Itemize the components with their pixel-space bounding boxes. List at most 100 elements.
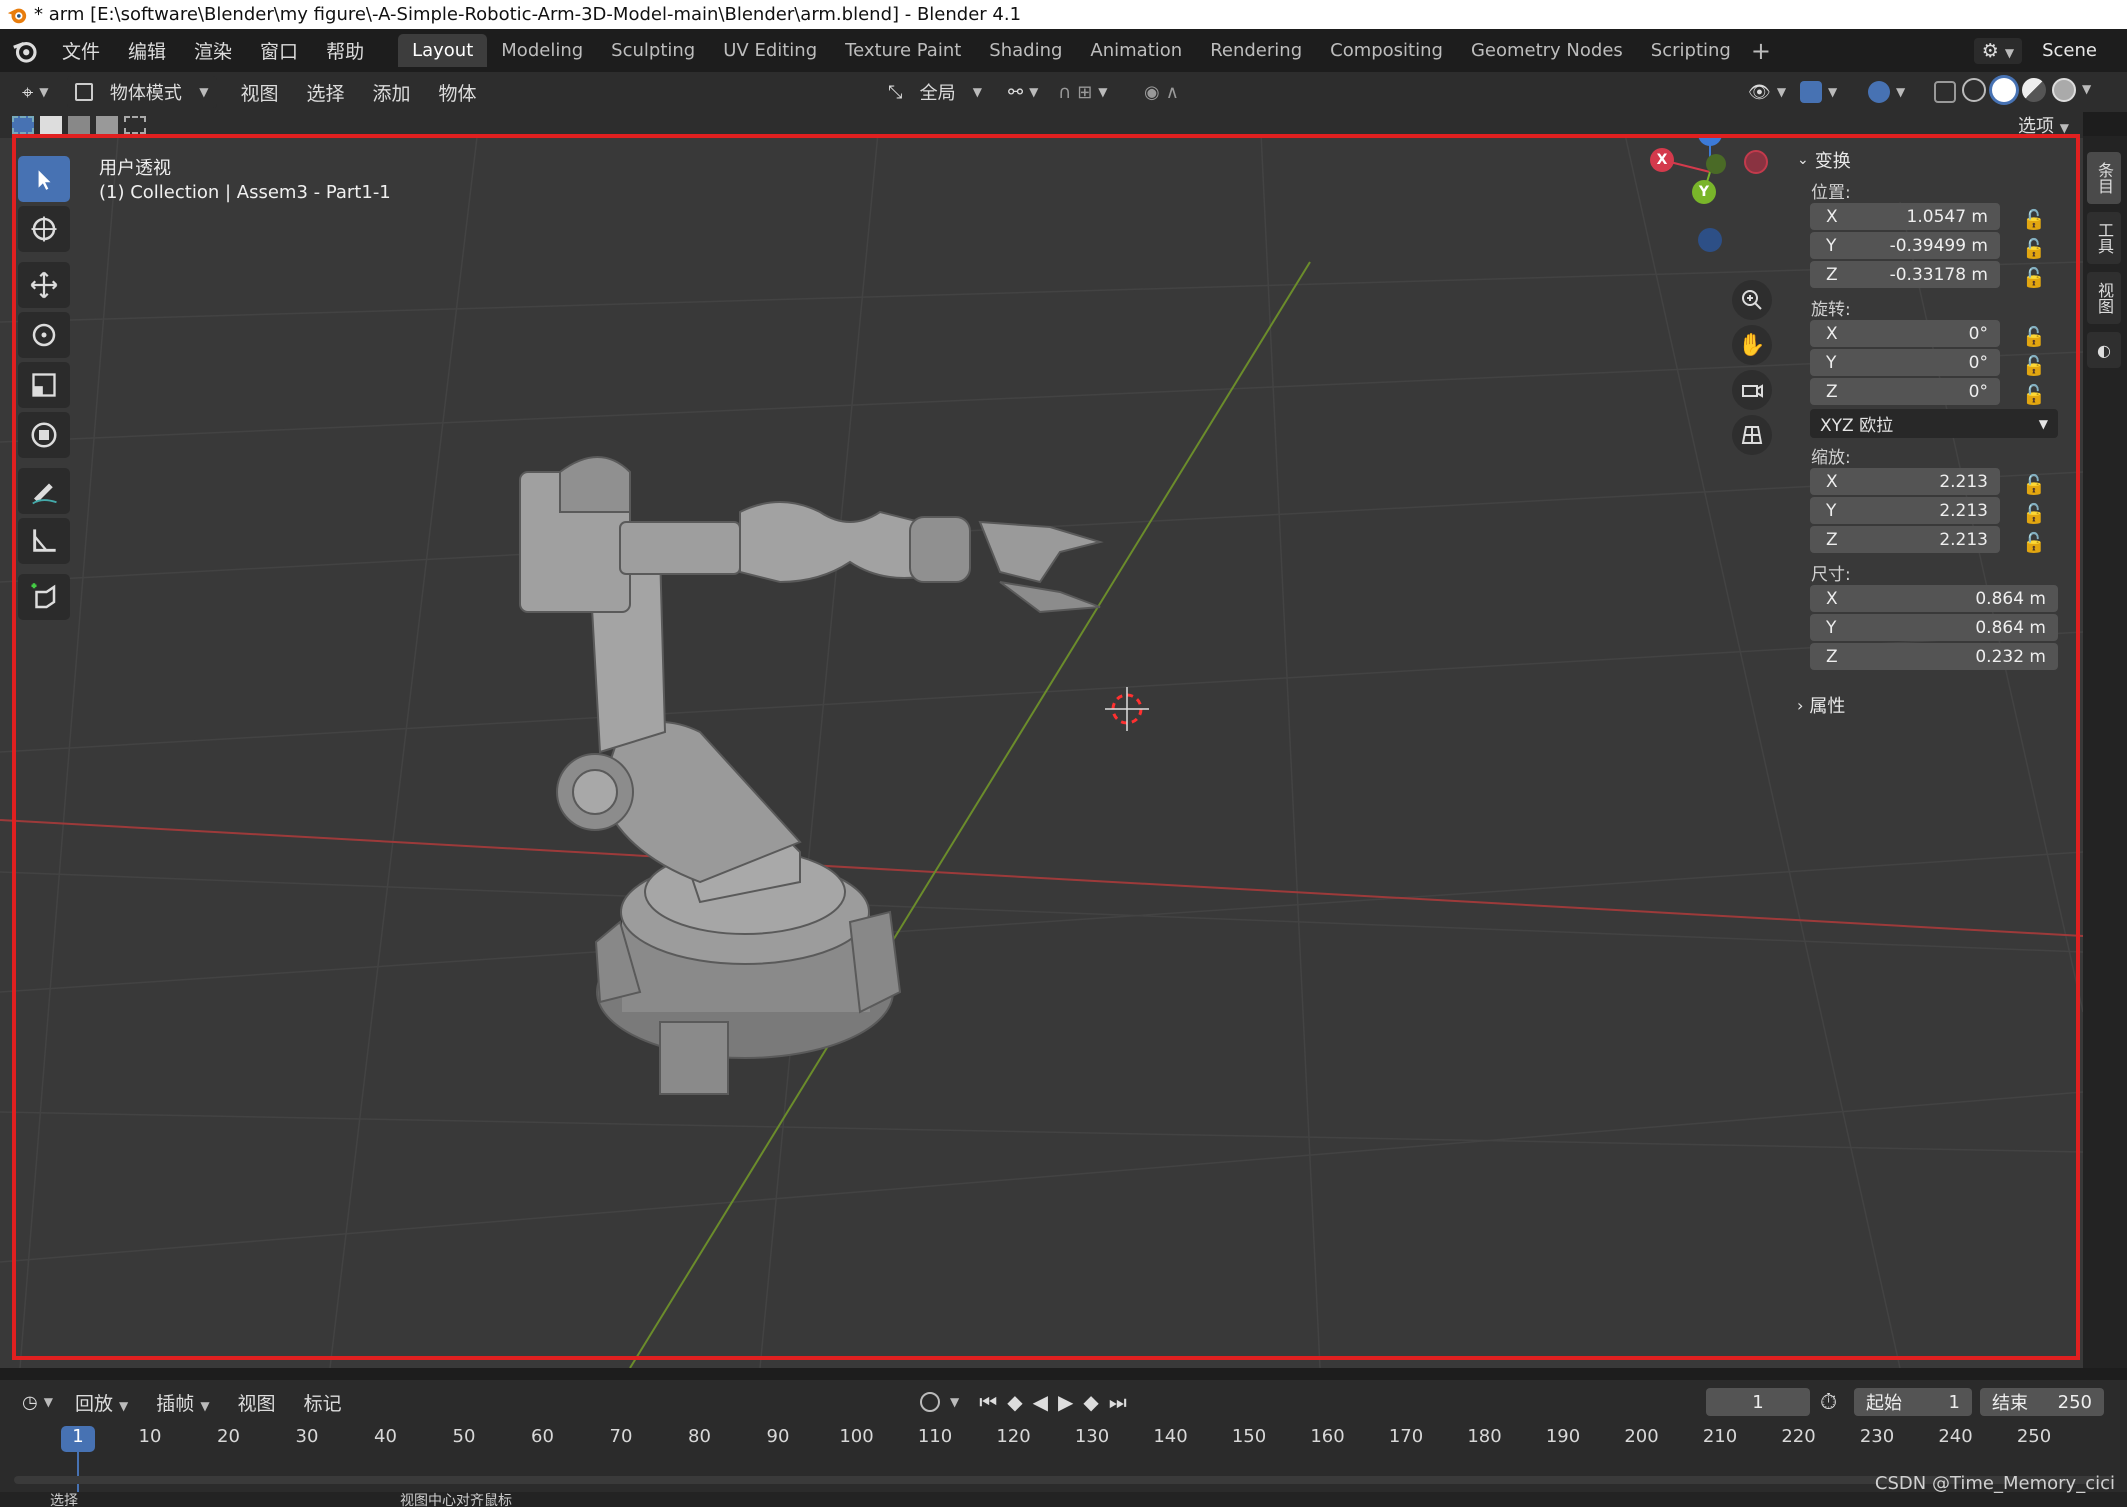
tab-texture-paint[interactable]: Texture Paint — [831, 34, 975, 67]
timeline-menu-keying[interactable]: 插帧 ▼ — [142, 1389, 223, 1416]
timeline-editor-type[interactable]: ◷ ▼ — [14, 1388, 61, 1417]
options-button[interactable]: 选项 ▼ — [2018, 112, 2069, 138]
add-cube-tool[interactable] — [18, 574, 70, 620]
jump-end-icon[interactable]: ⏭ — [1109, 1390, 1127, 1414]
pan-button[interactable]: ✋ — [1732, 325, 1772, 365]
gizmo-toggle[interactable]: ▼ — [1792, 77, 1845, 107]
snap-toggle[interactable]: ∩ ⊞ ▼ — [1050, 78, 1116, 107]
transform-panel-header[interactable]: ⌄ 变换 — [1797, 143, 2067, 177]
rendered-shading-icon[interactable] — [2052, 78, 2076, 102]
camera-view-button[interactable] — [1732, 370, 1772, 410]
tab-geometry-nodes[interactable]: Geometry Nodes — [1457, 34, 1637, 67]
lock-icon[interactable]: 🔓 — [2022, 383, 2052, 406]
header-menu-view[interactable]: 视图 — [227, 79, 293, 106]
select-intersect-icon[interactable] — [124, 116, 146, 134]
tab-rendering[interactable]: Rendering — [1196, 34, 1316, 67]
lock-icon[interactable]: 🔓 — [2022, 502, 2052, 525]
lock-icon[interactable]: 🔓 — [2022, 208, 2052, 231]
solid-shading-icon[interactable] — [1992, 78, 2016, 102]
tab-view[interactable]: 视图 — [2087, 272, 2121, 324]
header-menu-select[interactable]: 选择 — [293, 79, 359, 106]
header-menu-add[interactable]: 添加 — [359, 79, 425, 106]
scale-y-field[interactable]: Y 2.213 — [1810, 497, 2000, 524]
tab-item[interactable]: 条目 — [2087, 152, 2121, 204]
menu-edit[interactable]: 编辑 — [114, 37, 180, 64]
gizmo-x-axis[interactable]: X — [1650, 148, 1674, 172]
tab-sculpting[interactable]: Sculpting — [597, 34, 709, 67]
select-new-icon[interactable] — [12, 116, 34, 134]
scale-z-field[interactable]: Z 2.213 — [1810, 526, 2000, 553]
location-z-field[interactable]: Z -0.33178 m — [1810, 261, 2000, 288]
timeline-menu-marker[interactable]: 标记 — [290, 1389, 356, 1416]
dimensions-z-field[interactable]: Z 0.232 m — [1810, 643, 2058, 670]
end-frame-field[interactable]: 结束 250 — [1980, 1388, 2104, 1416]
editor-type-button[interactable]: ⌖ ▼ — [14, 76, 57, 108]
scale-x-field[interactable]: X 2.213 — [1810, 468, 2000, 495]
menu-render[interactable]: 渲染 — [180, 37, 246, 64]
gizmo-neg-y[interactable] — [1706, 154, 1726, 174]
add-workspace-icon[interactable]: + — [1751, 37, 1771, 65]
next-keyframe-icon[interactable]: ◆ — [1083, 1390, 1098, 1414]
menu-window[interactable]: 窗口 — [246, 37, 312, 64]
location-y-field[interactable]: Y -0.39499 m — [1810, 232, 2000, 259]
timeline-ruler[interactable]: 1 10 20 30 40 50 60 70 80 90 100 110 120 130 140 150 160… — [0, 1424, 2127, 1492]
gizmo-neg-x[interactable] — [1744, 150, 1768, 174]
timeline-scrollbar[interactable] — [14, 1476, 2114, 1484]
rotation-z-field[interactable]: Z 0° — [1810, 378, 2000, 405]
tab-animation[interactable]: Animation — [1076, 34, 1196, 67]
transform-tool[interactable] — [18, 412, 70, 458]
play-icon[interactable]: ▶ — [1058, 1390, 1073, 1414]
dimensions-y-field[interactable]: Y 0.864 m — [1810, 614, 2058, 641]
tab-scripting[interactable]: Scripting — [1637, 34, 1745, 67]
properties-panel-header[interactable]: › 属性 — [1797, 688, 2067, 722]
prev-keyframe-icon[interactable]: ◆ — [1007, 1390, 1022, 1414]
select-extend-icon[interactable] — [40, 116, 62, 134]
header-menu-object[interactable]: 物体 — [425, 79, 491, 106]
tab-uv-editing[interactable]: UV Editing — [709, 34, 831, 67]
zoom-button[interactable] — [1732, 280, 1772, 320]
select-invert-icon[interactable] — [96, 116, 118, 134]
tab-layout[interactable]: Layout — [398, 34, 488, 67]
measure-tool[interactable] — [18, 518, 70, 564]
3d-viewport[interactable]: 用户透视 (1) Collection | Assem3 - Part1-1 X… — [0, 112, 2083, 1368]
gizmo-y-axis[interactable]: Y — [1692, 180, 1716, 204]
material-shading-icon[interactable] — [2022, 78, 2046, 102]
play-reverse-icon[interactable]: ◀ — [1033, 1390, 1048, 1414]
lock-icon[interactable]: 🔓 — [2022, 354, 2052, 377]
menu-file[interactable]: 文件 — [48, 37, 114, 64]
scene-icon[interactable]: ⚙ ▼ — [1973, 37, 2023, 64]
scene-name[interactable]: Scene — [2032, 36, 2107, 65]
xray-toggle[interactable] — [1926, 77, 1964, 107]
start-frame-field[interactable]: 起始 1 — [1854, 1388, 1972, 1416]
select-box-tool[interactable] — [18, 156, 70, 202]
chevron-down-icon[interactable]: ▼ — [950, 1395, 959, 1409]
rotation-y-field[interactable]: Y 0° — [1810, 349, 2000, 376]
overlay-toggle[interactable]: ▼ — [1860, 77, 1913, 107]
select-subtract-icon[interactable] — [68, 116, 90, 134]
rotation-x-field[interactable]: X 0° — [1810, 320, 2000, 347]
stopwatch-icon[interactable]: ⏱ — [1820, 1390, 1837, 1415]
rotate-tool[interactable] — [18, 312, 70, 358]
mode-dropdown[interactable]: 物体模式 ▼ — [66, 76, 217, 108]
timeline-menu-playback[interactable]: 回放 ▼ — [61, 1389, 142, 1416]
rotation-mode-dropdown[interactable]: XYZ 欧拉 ▼ — [1810, 409, 2058, 438]
menu-help[interactable]: 帮助 — [312, 37, 378, 64]
tab-shading[interactable]: Shading — [975, 34, 1076, 67]
jump-start-icon[interactable]: ⏮ — [979, 1390, 997, 1414]
record-icon[interactable] — [920, 1392, 940, 1412]
current-frame-field[interactable]: 1 — [1706, 1388, 1810, 1416]
tab-compositing[interactable]: Compositing — [1316, 34, 1457, 67]
proportional-edit-toggle[interactable]: ◉ ∧ — [1136, 78, 1187, 107]
blender-menu-icon[interactable] — [10, 36, 40, 66]
extra-tab-icon[interactable]: ◐ — [2087, 332, 2121, 368]
cursor-tool[interactable] — [18, 206, 70, 252]
orientation-dropdown[interactable]: ⤡ 全局 ▼ — [880, 75, 990, 109]
scale-tool[interactable] — [18, 362, 70, 408]
location-x-field[interactable]: X 1.0547 m — [1810, 203, 2000, 230]
dimensions-x-field[interactable]: X 0.864 m — [1810, 585, 2058, 612]
wireframe-shading-icon[interactable] — [1962, 78, 1986, 102]
projection-toggle-button[interactable] — [1732, 415, 1772, 455]
chevron-down-icon[interactable]: ▼ — [2082, 82, 2091, 102]
visibility-dropdown[interactable]: 👁 ▼ — [1740, 78, 1794, 107]
annotate-tool[interactable] — [18, 468, 70, 514]
